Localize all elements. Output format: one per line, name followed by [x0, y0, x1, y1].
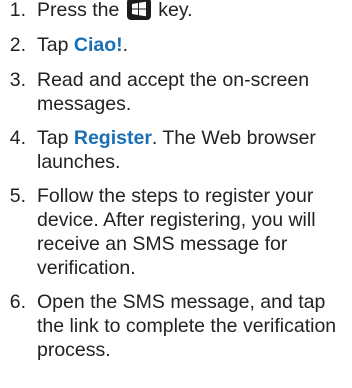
- step-line: launches.: [37, 151, 121, 173]
- instruction-page: 1. Press the key. 2. Tap Ciao!. 3. Read …: [0, 0, 352, 388]
- step-line: process.: [37, 339, 111, 361]
- step-number: 4.: [9, 127, 26, 149]
- step-line: messages.: [37, 93, 132, 115]
- step-text-after: . The Web browser: [151, 127, 316, 149]
- step-text: Tap Register. The Web browser launches.: [37, 126, 342, 174]
- step-line: receive an SMS message for: [37, 233, 288, 255]
- step-number: 6.: [9, 291, 26, 313]
- step-text: Open the SMS message, and tap the link t…: [37, 290, 342, 362]
- step-text: Follow the steps to register your device…: [37, 184, 342, 280]
- step-text: Press the key.: [37, 0, 342, 22]
- step-line: the link to complete the verification: [37, 315, 337, 337]
- step-line: Read and accept the on-screen: [37, 69, 310, 91]
- step-text-after: .: [122, 34, 129, 56]
- step-number: 2.: [9, 34, 26, 56]
- ciao-link[interactable]: Ciao!: [74, 34, 123, 56]
- step-text-before: Press the: [37, 0, 120, 21]
- step-text-after: key.: [158, 0, 193, 21]
- step-line: device. After registering, you will: [37, 209, 316, 231]
- step-line: verification.: [37, 257, 136, 279]
- step-text: Tap Ciao!.: [37, 33, 342, 57]
- windows-flag-icon: [126, 0, 151, 20]
- step-line: Open the SMS message, and tap: [37, 291, 326, 313]
- step-text-before: Tap: [37, 127, 69, 149]
- step-number: 3.: [9, 69, 26, 91]
- step-line: Follow the steps to register your: [37, 185, 314, 207]
- step-number: 1.: [9, 0, 26, 21]
- register-link[interactable]: Register: [74, 127, 152, 149]
- step-number: 5.: [9, 185, 26, 207]
- step-text: Read and accept the on-screen messages.: [37, 68, 342, 116]
- step-text-before: Tap: [37, 34, 69, 56]
